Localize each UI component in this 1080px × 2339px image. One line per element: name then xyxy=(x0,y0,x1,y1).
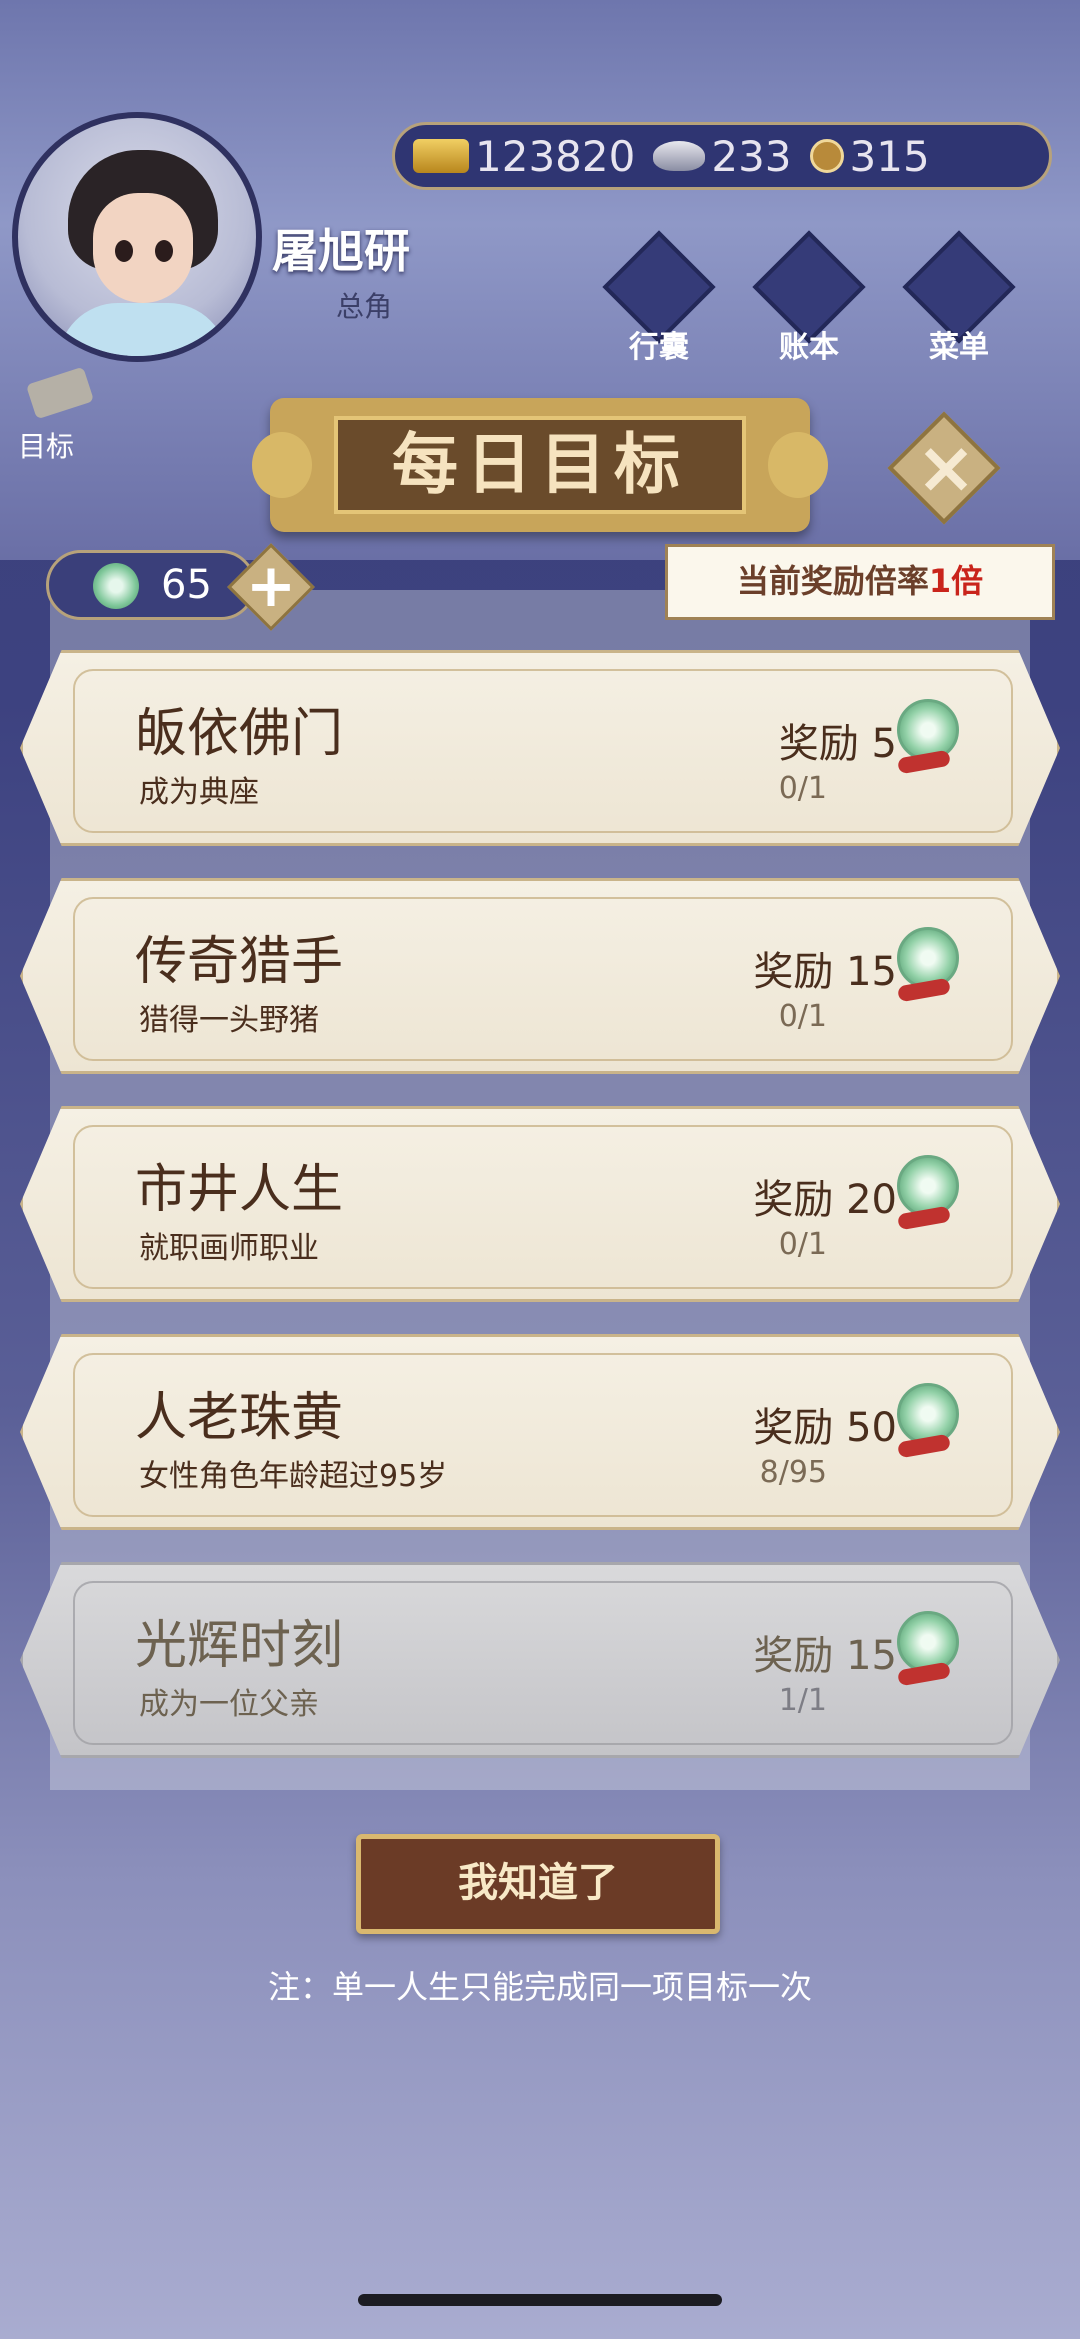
goal-card-completed[interactable]: 光辉时刻 成为一位父亲 奖励 15 1/1 xyxy=(20,1562,1060,1758)
goal-progress: 0/1 xyxy=(778,999,827,1034)
close-icon: × xyxy=(915,425,977,509)
goal-reward: 奖励 5 xyxy=(778,721,897,767)
copper-coin-icon xyxy=(809,139,844,173)
goal-card[interactable]: 传奇猎手 猎得一头野猪 奖励 15 0/1 xyxy=(20,878,1060,1074)
title-plaque: 每日目标 xyxy=(252,398,828,532)
jade-reward-icon xyxy=(897,1611,959,1687)
player-avatar[interactable] xyxy=(12,112,262,362)
ornament-icon xyxy=(252,432,312,498)
player-role: 总角 xyxy=(336,290,393,323)
goal-card[interactable]: 皈依佛门 成为典座 奖励 5 0/1 xyxy=(20,650,1060,846)
home-indicator[interactable] xyxy=(358,2294,722,2306)
gold-amount: 123820 xyxy=(475,131,636,181)
goal-title: 光辉时刻 xyxy=(135,1616,344,1676)
goal-title: 皈依佛门 xyxy=(135,704,344,764)
multiplier-label: 当前奖励倍率 xyxy=(736,562,929,600)
goal-title: 市井人生 xyxy=(135,1160,344,1220)
goal-description: 就职画师职业 xyxy=(139,1231,319,1266)
goal-progress: 0/1 xyxy=(778,771,827,806)
goal-title: 传奇猎手 xyxy=(135,932,344,992)
confirm-button[interactable]: 我知道了 xyxy=(356,1834,720,1934)
goal-side-button[interactable]: 目标 xyxy=(18,366,98,463)
scroll-icon xyxy=(25,366,95,420)
jade-reward-icon xyxy=(897,1383,959,1459)
goal-description: 女性角色年龄超过95岁 xyxy=(139,1459,448,1494)
menu-label: 菜单 xyxy=(929,330,989,365)
menu-button[interactable]: 菜单 xyxy=(902,230,1016,365)
bag-label: 行囊 xyxy=(629,330,689,365)
footer-note: 注：单一人生只能完成同一项目标一次 xyxy=(267,1968,812,2006)
goal-reward: 奖励 20 xyxy=(753,1177,897,1223)
goal-title: 人老珠黄 xyxy=(135,1388,344,1448)
currency-bar: 123820 233 315 xyxy=(392,122,1052,190)
silver-ingot-icon xyxy=(653,141,706,171)
goal-reward: 奖励 50 xyxy=(753,1405,897,1451)
goal-reward: 奖励 15 xyxy=(753,949,897,995)
goal-description: 成为典座 xyxy=(139,775,259,810)
silver-amount: 233 xyxy=(711,131,792,181)
goal-card[interactable]: 市井人生 就职画师职业 奖励 20 0/1 xyxy=(20,1106,1060,1302)
bag-button[interactable]: 行囊 xyxy=(602,230,716,365)
goal-description: 成为一位父亲 xyxy=(139,1687,319,1722)
goal-progress: 0/1 xyxy=(778,1227,827,1262)
avatar-body xyxy=(58,303,228,356)
gold-ingot-icon xyxy=(413,139,469,173)
avatar-eye xyxy=(155,240,173,262)
avatar-face xyxy=(93,193,193,303)
jade-counter: 65 xyxy=(46,550,256,620)
goal-card[interactable]: 人老珠黄 女性角色年龄超过95岁 奖励 50 8/95 xyxy=(20,1334,1060,1530)
jade-reward-icon xyxy=(897,927,959,1003)
goal-reward: 奖励 15 xyxy=(753,1633,897,1679)
avatar-eye xyxy=(115,240,133,262)
goal-description: 猎得一头野猪 xyxy=(139,1003,319,1038)
goal-progress: 8/95 xyxy=(759,1455,827,1490)
goal-progress: 1/1 xyxy=(778,1683,827,1718)
panel-title: 每日目标 xyxy=(334,416,746,514)
multiplier-value: 1倍 xyxy=(928,562,984,600)
ledger-label: 账本 xyxy=(779,330,839,365)
jade-reward-icon xyxy=(897,1155,959,1231)
ledger-button[interactable]: 账本 xyxy=(752,230,866,365)
plus-icon: + xyxy=(245,551,297,621)
goal-side-label: 目标 xyxy=(18,430,75,463)
coin-amount: 315 xyxy=(849,131,930,181)
jade-reward-icon xyxy=(897,699,959,775)
player-name: 屠旭研 xyxy=(272,224,410,278)
jade-count: 65 xyxy=(161,562,212,608)
jade-icon xyxy=(93,563,139,609)
reward-multiplier: 当前奖励倍率1倍 xyxy=(665,544,1055,620)
ornament-icon xyxy=(768,432,828,498)
